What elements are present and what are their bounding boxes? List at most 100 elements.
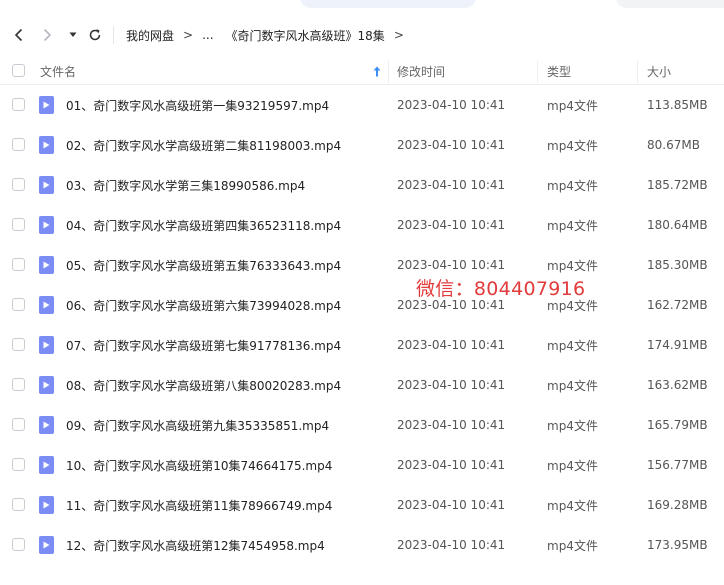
- video-file-icon: [39, 456, 54, 474]
- video-file-icon: [39, 336, 54, 354]
- breadcrumb-root[interactable]: 我的网盘: [126, 27, 174, 44]
- row-checkbox[interactable]: [12, 498, 25, 511]
- file-modified: 2023-04-10 10:41: [397, 418, 506, 432]
- file-modified: 2023-04-10 10:41: [397, 458, 506, 472]
- file-name[interactable]: 07、奇门数字风水学高级班第七集91778136.mp4: [66, 325, 341, 365]
- column-divider: [637, 61, 638, 83]
- table-row[interactable]: 12、奇门数字风水高级班第12集7454958.mp4 2023-04-10 1…: [0, 525, 724, 565]
- breadcrumb: 我的网盘 > ... 《奇门数字风水高级班》18集 >: [126, 22, 413, 48]
- refresh-button[interactable]: [84, 22, 106, 48]
- video-file-icon: [39, 136, 54, 154]
- top-right-control-edge[interactable]: [616, 0, 724, 8]
- table-row[interactable]: 01、奇门数字风水高级班第一集93219597.mp4 2023-04-10 1…: [0, 85, 724, 125]
- file-modified: 2023-04-10 10:41: [397, 378, 506, 392]
- file-type: mp4文件: [547, 98, 598, 113]
- select-all-checkbox[interactable]: [12, 64, 25, 77]
- file-size: 163.62MB: [647, 378, 708, 392]
- file-size: 185.30MB: [647, 258, 708, 272]
- table-row[interactable]: 10、奇门数字风水高级班第10集74664175.mp4 2023-04-10 …: [0, 445, 724, 485]
- table-row[interactable]: 07、奇门数字风水学高级班第七集91778136.mp4 2023-04-10 …: [0, 325, 724, 365]
- file-name[interactable]: 04、奇门数字风水学高级班第四集36523118.mp4: [66, 205, 341, 245]
- chevron-right-icon: [43, 28, 52, 42]
- file-name[interactable]: 10、奇门数字风水高级班第10集74664175.mp4: [66, 445, 332, 485]
- video-file-icon: [39, 296, 54, 314]
- file-size: 173.95MB: [647, 538, 708, 552]
- chevron-left-icon: [14, 28, 23, 42]
- table-row[interactable]: 08、奇门数字风水学高级班第八集80020283.mp4 2023-04-10 …: [0, 365, 724, 405]
- table-row[interactable]: 02、奇门数字风水学高级班第二集81198003.mp4 2023-04-10 …: [0, 125, 724, 165]
- column-header-name[interactable]: 文件名: [40, 57, 76, 85]
- table-row[interactable]: 03、奇门数字风水学第三集18990586.mp4 2023-04-10 10:…: [0, 165, 724, 205]
- file-size: 174.91MB: [647, 338, 708, 352]
- breadcrumb-ellipsis[interactable]: ...: [202, 28, 213, 42]
- table-row[interactable]: 09、奇门数字风水高级班第九集35335851.mp4 2023-04-10 1…: [0, 405, 724, 445]
- file-name[interactable]: 12、奇门数字风水高级班第12集7454958.mp4: [66, 525, 325, 565]
- table-row[interactable]: 11、奇门数字风水高级班第11集78966749.mp4 2023-04-10 …: [0, 485, 724, 525]
- row-checkbox[interactable]: [12, 538, 25, 551]
- table-row[interactable]: 06、奇门数字风水学高级班第六集73994028.mp4 2023-04-10 …: [0, 285, 724, 325]
- file-size: 113.85MB: [647, 98, 708, 112]
- file-type: mp4文件: [547, 218, 598, 233]
- video-file-icon: [39, 216, 54, 234]
- video-file-icon: [39, 416, 54, 434]
- refresh-icon: [89, 29, 101, 41]
- row-checkbox[interactable]: [12, 298, 25, 311]
- row-checkbox[interactable]: [12, 418, 25, 431]
- navigation-bar: 我的网盘 > ... 《奇门数字风水高级班》18集 >: [0, 22, 724, 48]
- row-checkbox[interactable]: [12, 378, 25, 391]
- row-checkbox[interactable]: [12, 98, 25, 111]
- video-file-icon: [39, 536, 54, 554]
- watermark-text: 微信：804407916: [416, 278, 586, 300]
- file-name[interactable]: 06、奇门数字风水学高级班第六集73994028.mp4: [66, 285, 341, 325]
- video-file-icon: [39, 376, 54, 394]
- file-name[interactable]: 02、奇门数字风水学高级班第二集81198003.mp4: [66, 125, 341, 165]
- file-modified: 2023-04-10 10:41: [397, 178, 506, 192]
- column-divider: [537, 61, 538, 83]
- file-type: mp4文件: [547, 418, 598, 433]
- top-strip: [0, 0, 724, 10]
- file-size: 165.79MB: [647, 418, 708, 432]
- table-row[interactable]: 05、奇门数字风水学高级班第五集76333643.mp4 2023-04-10 …: [0, 245, 724, 285]
- file-modified: 2023-04-10 10:41: [397, 218, 506, 232]
- file-name[interactable]: 11、奇门数字风水高级班第11集78966749.mp4: [66, 485, 332, 525]
- file-type: mp4文件: [547, 178, 598, 193]
- video-file-icon: [39, 96, 54, 114]
- row-checkbox[interactable]: [12, 218, 25, 231]
- breadcrumb-separator: >: [183, 28, 194, 42]
- search-box-edge[interactable]: [300, 0, 476, 8]
- file-modified: 2023-04-10 10:41: [397, 498, 506, 512]
- file-modified: 2023-04-10 10:41: [397, 98, 506, 112]
- row-checkbox[interactable]: [12, 258, 25, 271]
- video-file-icon: [39, 176, 54, 194]
- file-name[interactable]: 09、奇门数字风水高级班第九集35335851.mp4: [66, 405, 329, 445]
- row-checkbox[interactable]: [12, 338, 25, 351]
- file-type: mp4文件: [547, 138, 598, 153]
- column-header-type[interactable]: 类型: [547, 57, 571, 85]
- row-checkbox[interactable]: [12, 458, 25, 471]
- back-button[interactable]: [8, 22, 30, 48]
- file-name[interactable]: 01、奇门数字风水高级班第一集93219597.mp4: [66, 85, 329, 125]
- file-type: mp4文件: [547, 498, 598, 513]
- file-modified: 2023-04-10 10:41: [397, 138, 506, 152]
- history-dropdown-button[interactable]: [64, 22, 82, 48]
- sort-ascending-button[interactable]: [373, 57, 381, 85]
- forward-button[interactable]: [36, 22, 58, 48]
- arrow-up-icon: [373, 66, 381, 76]
- file-size: 156.77MB: [647, 458, 708, 472]
- file-modified: 2023-04-10 10:41: [397, 338, 506, 352]
- file-name[interactable]: 05、奇门数字风水学高级班第五集76333643.mp4: [66, 245, 341, 285]
- file-type: mp4文件: [547, 338, 598, 353]
- file-name[interactable]: 08、奇门数字风水学高级班第八集80020283.mp4: [66, 365, 341, 405]
- file-name[interactable]: 03、奇门数字风水学第三集18990586.mp4: [66, 165, 305, 205]
- breadcrumb-current: 《奇门数字风水高级班》18集: [225, 28, 385, 43]
- table-row[interactable]: 04、奇门数字风水学高级班第四集36523118.mp4 2023-04-10 …: [0, 205, 724, 245]
- file-size: 169.28MB: [647, 498, 708, 512]
- row-checkbox[interactable]: [12, 178, 25, 191]
- file-modified: 2023-04-10 10:41: [397, 538, 506, 552]
- breadcrumb-separator: >: [393, 28, 404, 42]
- row-checkbox[interactable]: [12, 138, 25, 151]
- column-header-modified[interactable]: 修改时间: [397, 57, 445, 85]
- column-header-size[interactable]: 大小: [647, 57, 671, 85]
- video-file-icon: [39, 256, 54, 274]
- caret-down-icon: [69, 32, 77, 37]
